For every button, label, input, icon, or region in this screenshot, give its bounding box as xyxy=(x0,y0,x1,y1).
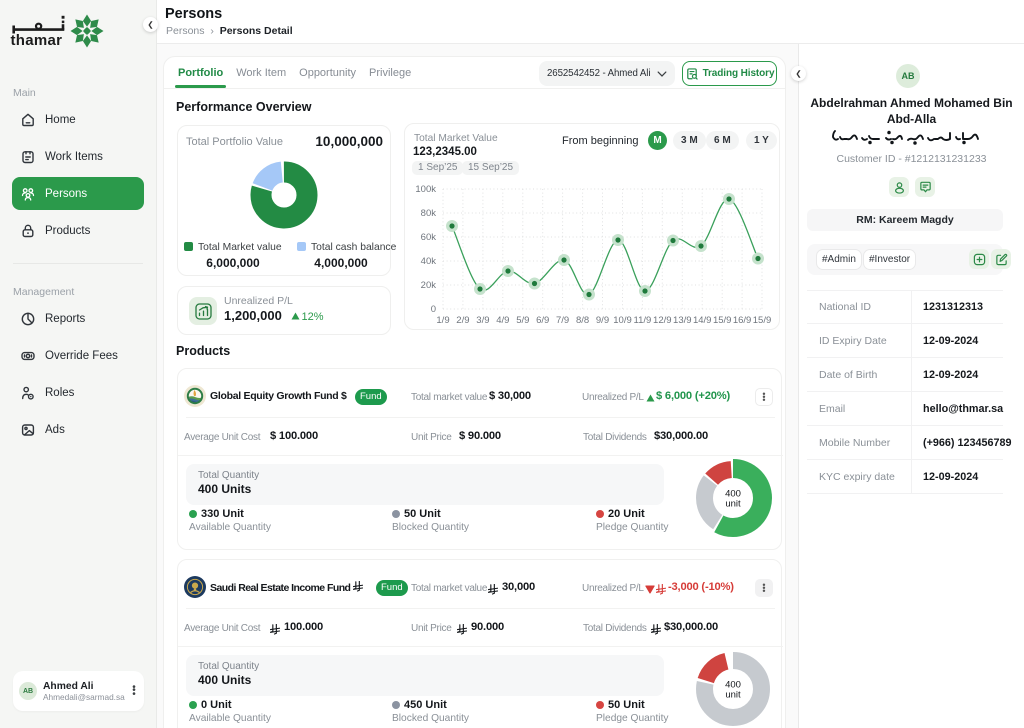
svg-text:0: 0 xyxy=(431,304,436,315)
svg-text:9/9: 9/9 xyxy=(596,315,609,326)
svg-text:5/9: 5/9 xyxy=(516,315,529,326)
svg-text:unit: unit xyxy=(725,499,741,510)
svg-text:2/9: 2/9 xyxy=(456,315,469,326)
svg-text:6/9: 6/9 xyxy=(536,315,549,326)
svg-text:20k: 20k xyxy=(421,280,437,291)
svg-text:15/9: 15/9 xyxy=(753,315,772,326)
svg-text:40k: 40k xyxy=(421,256,437,267)
svg-text:14/9: 14/9 xyxy=(693,315,712,326)
svg-text:60k: 60k xyxy=(421,232,437,243)
svg-text:13/9: 13/9 xyxy=(673,315,692,326)
svg-text:3/9: 3/9 xyxy=(476,315,489,326)
svg-text:15/9: 15/9 xyxy=(713,315,732,326)
svg-text:10/9: 10/9 xyxy=(613,315,632,326)
svg-text:12/9: 12/9 xyxy=(653,315,672,326)
svg-text:unit: unit xyxy=(725,690,741,701)
svg-text:7/9: 7/9 xyxy=(556,315,569,326)
svg-text:4/9: 4/9 xyxy=(496,315,509,326)
svg-text:11/9: 11/9 xyxy=(634,315,652,326)
svg-text:16/9: 16/9 xyxy=(733,315,752,326)
svg-text:thamar: thamar xyxy=(11,32,63,49)
svg-text:100k: 100k xyxy=(415,184,436,195)
svg-text:80k: 80k xyxy=(421,208,437,219)
svg-text:1/9: 1/9 xyxy=(436,315,449,326)
svg-text:8/8: 8/8 xyxy=(576,315,589,326)
